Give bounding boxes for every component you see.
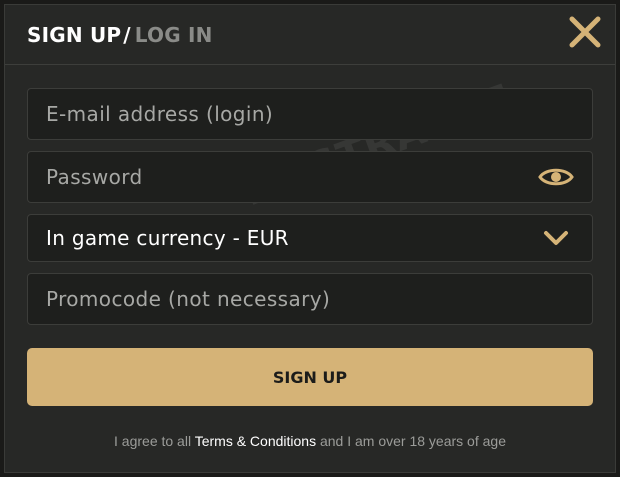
currency-select[interactable]: In game currency - EUR [27, 214, 593, 262]
email-input[interactable] [46, 102, 574, 126]
close-icon [569, 16, 601, 48]
password-input[interactable] [46, 165, 538, 189]
terms-notice: I agree to all Terms & Conditions and I … [5, 433, 615, 449]
signup-modal: SIGN UP/LOG IN NOSTRABET In game currenc… [4, 4, 616, 473]
tab-separator: / [123, 22, 131, 47]
terms-link[interactable]: Terms & Conditions [195, 433, 316, 449]
password-field-wrapper [27, 151, 593, 203]
modal-header: SIGN UP / LOG IN [5, 5, 615, 65]
signup-button[interactable]: SIGN UP [27, 348, 593, 406]
password-toggle-button[interactable] [538, 162, 574, 192]
chevron-down-icon [544, 231, 568, 245]
email-field-wrapper [27, 88, 593, 140]
terms-suffix: and I am over 18 years of age [316, 433, 506, 449]
tab-login[interactable]: LOG IN [135, 23, 213, 47]
promocode-input[interactable] [46, 287, 574, 311]
terms-prefix: I agree to all [114, 433, 195, 449]
close-button[interactable] [567, 14, 603, 50]
promocode-field-wrapper [27, 273, 593, 325]
eye-icon [538, 168, 574, 186]
tab-signup[interactable]: SIGN UP [27, 23, 121, 47]
modal-title: SIGN UP / LOG IN [27, 23, 213, 47]
currency-selected-value: In game currency - EUR [46, 226, 289, 250]
currency-dropdown-toggle[interactable] [538, 223, 574, 253]
